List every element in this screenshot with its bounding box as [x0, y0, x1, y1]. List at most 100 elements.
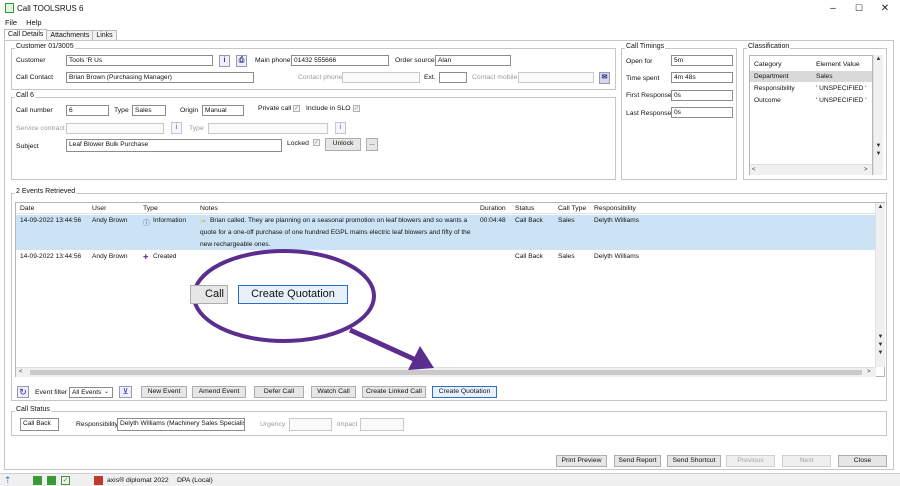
refresh-status-icon[interactable]	[47, 476, 56, 485]
type2-field[interactable]	[208, 123, 328, 134]
tab-attachments[interactable]: Attachments	[46, 30, 94, 40]
callout-create-quotation-button: Create Quotation	[238, 285, 348, 304]
header-status[interactable]: Status	[515, 205, 534, 212]
events-header-row: Date User Type Notes Duration Status Cal…	[16, 203, 876, 214]
amend-event-button[interactable]: Amend Event	[192, 386, 246, 398]
event-status: Call Back	[515, 217, 543, 224]
ext-field[interactable]	[439, 72, 467, 83]
defer-call-button[interactable]: Defer Call	[254, 386, 304, 398]
close-icon[interactable]: ✕	[874, 2, 896, 15]
print-preview-button[interactable]: Print Preview	[556, 455, 607, 467]
scroll-right-icon[interactable]: >	[864, 166, 868, 174]
watch-call-button[interactable]: Watch Call	[311, 386, 356, 398]
menu-help[interactable]: Help	[26, 18, 41, 27]
close-button[interactable]: Close	[838, 455, 887, 467]
create-quotation-button[interactable]: Create Quotation	[432, 386, 497, 398]
urgency-select[interactable]	[289, 418, 332, 431]
classification-hscrollbar[interactable]: < >	[750, 164, 872, 175]
callout-overlay	[192, 249, 434, 370]
subject-field[interactable]: Leaf Blower Bulk Purchase	[66, 139, 282, 152]
up-arrow-icon[interactable]: ⇡	[4, 475, 12, 486]
scroll-right-icon[interactable]: >	[867, 368, 871, 376]
header-call-type[interactable]: Call Type	[558, 205, 586, 212]
classification-grid: Category Element Value Department Sales …	[749, 55, 873, 175]
maximize-icon[interactable]: ☐	[848, 2, 870, 15]
status-field[interactable]: Call Back	[20, 418, 59, 431]
send-shortcut-button[interactable]: Send Shortcut	[667, 455, 721, 467]
classification-value: ' UNSPECIFIED '	[816, 97, 867, 104]
email-icon[interactable]: ✉	[599, 72, 610, 84]
table-row[interactable]: Responsibility ' UNSPECIFIED '	[750, 83, 872, 94]
open-for-field[interactable]: 5m	[671, 55, 733, 66]
header-type[interactable]: Type	[143, 205, 158, 212]
last-response-field[interactable]: 0s	[671, 107, 733, 118]
order-source-field[interactable]: Alan	[435, 55, 511, 66]
menu-file[interactable]: File	[5, 18, 17, 27]
scroll-end-icon[interactable]: ▼	[874, 150, 883, 158]
table-row[interactable]: 14-09-2022 13:44:56 Andy Brown ⓘ Informa…	[16, 215, 876, 250]
scroll-bottom-icon[interactable]: ▼	[876, 349, 885, 357]
service-contract-field[interactable]	[66, 123, 164, 134]
contact-field[interactable]: Brian Brown (Purchasing Manager)	[66, 72, 254, 83]
classification-vscrollbar[interactable]: ▲ ▼ ▼	[873, 55, 883, 175]
private-call-checkbox[interactable]: ✓	[293, 105, 300, 112]
first-response-field[interactable]: 0s	[671, 90, 733, 101]
scroll-left-icon[interactable]: <	[19, 368, 23, 376]
impact-label: Impact	[337, 421, 358, 428]
new-event-button[interactable]: New Event	[141, 386, 187, 398]
scroll-thumb[interactable]	[30, 370, 862, 375]
scroll-up-icon[interactable]: ▲	[876, 203, 885, 211]
customer-field[interactable]: Tools 'R Us	[66, 55, 213, 66]
info-icon[interactable]: i	[219, 55, 230, 67]
header-user[interactable]: User	[92, 205, 106, 212]
scroll-down-icon[interactable]: ▼	[874, 142, 883, 150]
last-response-label: Last Response	[626, 110, 672, 117]
locked-checkbox[interactable]: ✓	[313, 139, 320, 146]
header-date[interactable]: Date	[20, 205, 34, 212]
window-title: Call TOOLSRUS 6	[17, 4, 84, 13]
print-icon[interactable]: ⎙	[236, 55, 247, 67]
include-slo-checkbox[interactable]: ✓	[353, 105, 360, 112]
events-vscrollbar[interactable]: ▲ ▼ ▼ ▼	[875, 203, 885, 367]
previous-button[interactable]: Previous	[726, 455, 775, 467]
header-responsibility[interactable]: Responsibility	[594, 205, 636, 212]
main-phone-field[interactable]: 01432 555666	[291, 55, 389, 66]
type2-info-icon[interactable]: i	[335, 122, 346, 134]
table-row[interactable]: Outcome ' UNSPECIFIED '	[750, 95, 872, 106]
service-info-icon[interactable]: i	[171, 122, 182, 134]
check-status-icon[interactable]: ✓	[61, 476, 70, 485]
table-row[interactable]: 14-09-2022 13:44:56 Andy Brown ✚ Created…	[16, 251, 876, 262]
events-grid: Date User Type Notes Duration Status Cal…	[15, 202, 885, 377]
header-duration[interactable]: Duration	[480, 205, 506, 212]
filter-icon[interactable]: ⊻	[119, 386, 132, 398]
responsibility-field[interactable]: Delyth Williams (Machinery Sales Special…	[117, 418, 245, 431]
tab-links[interactable]: Links	[92, 30, 117, 40]
scroll-up-icon[interactable]: ▲	[874, 55, 883, 63]
refresh-icon[interactable]: ↻	[17, 386, 29, 398]
table-row[interactable]: Department Sales	[750, 71, 872, 82]
impact-select[interactable]	[360, 418, 404, 431]
contact-mobile-field[interactable]	[518, 72, 594, 83]
minimize-icon[interactable]: –	[822, 2, 844, 15]
customer-group-label: Customer 01/3005	[15, 43, 75, 50]
event-type: Created	[153, 253, 177, 260]
create-linked-call-button[interactable]: Create Linked Call	[362, 386, 426, 398]
scroll-down-icon[interactable]: ▼	[876, 333, 885, 341]
header-notes[interactable]: Notes	[200, 205, 218, 212]
green-status-icon[interactable]	[33, 476, 42, 485]
menu-bar: File Help	[0, 18, 46, 29]
scroll-left-icon[interactable]: <	[752, 166, 756, 174]
origin-field[interactable]: Manual	[202, 105, 244, 116]
next-button[interactable]: Next	[782, 455, 831, 467]
unlock-button[interactable]: Unlock	[325, 138, 361, 151]
more-button[interactable]: ...	[366, 138, 378, 151]
scroll-end-icon[interactable]: ▼	[876, 341, 885, 349]
send-report-button[interactable]: Send Report	[614, 455, 661, 467]
type-field[interactable]: Sales	[132, 105, 166, 116]
contact-phone-field[interactable]	[342, 72, 420, 83]
time-spent-field[interactable]: 4m 48s	[671, 72, 733, 83]
events-hscrollbar[interactable]: < >	[16, 367, 876, 377]
chevron-down-icon[interactable]: ⌄	[104, 388, 109, 395]
call-number-field[interactable]: 6	[66, 105, 109, 116]
tab-call-details[interactable]: Call Details	[4, 29, 48, 39]
